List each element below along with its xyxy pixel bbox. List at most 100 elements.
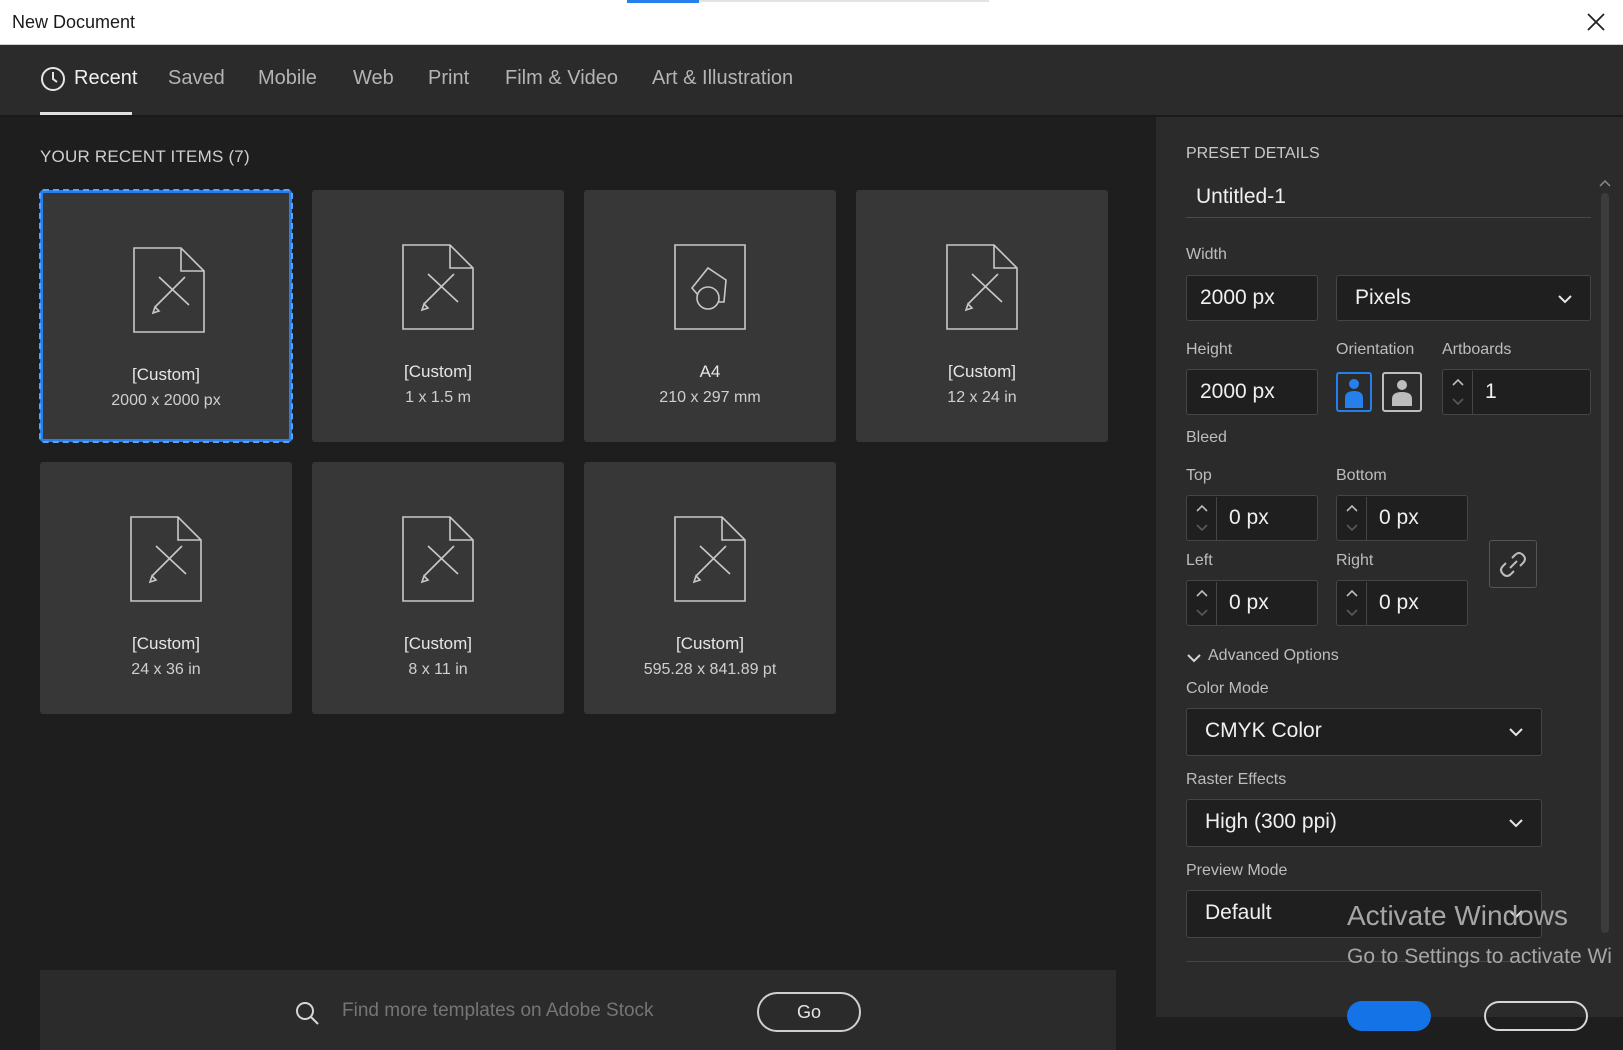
- preset-name-field[interactable]: Untitled-1: [1186, 175, 1591, 218]
- bleed-top-value: 0 px: [1229, 506, 1269, 529]
- bleed-left-stepper[interactable]: [1188, 582, 1217, 626]
- item-name: [Custom]: [131, 634, 201, 653]
- bleed-bottom-input[interactable]: 0 px: [1336, 495, 1468, 541]
- panel-scrollbar[interactable]: [1598, 177, 1612, 967]
- recent-items-area: YOUR RECENT ITEMS (7) [Custom] 2000 x 20…: [0, 117, 1156, 1050]
- chevron-down-icon: [1509, 819, 1523, 828]
- chevron-up-icon[interactable]: [1346, 588, 1358, 598]
- link-icon: [1500, 552, 1526, 577]
- width-label: Width: [1186, 246, 1227, 263]
- chevron-down-icon[interactable]: [1452, 397, 1464, 407]
- tab-web[interactable]: Web: [353, 67, 394, 90]
- chevron-up-icon[interactable]: [1452, 377, 1464, 387]
- title-accent: [627, 0, 699, 3]
- close-button[interactable]: [1484, 1001, 1588, 1031]
- bleed-left-input[interactable]: 0 px: [1186, 580, 1318, 626]
- bleed-right-input[interactable]: 0 px: [1336, 580, 1468, 626]
- portrait-orientation-button[interactable]: [1336, 372, 1372, 412]
- landscape-orientation-button[interactable]: [1382, 372, 1422, 412]
- preset-details-heading: PRESET DETAILS: [1186, 145, 1320, 162]
- width-input[interactable]: 2000 px: [1186, 275, 1318, 321]
- recent-item-card[interactable]: [Custom] 12 x 24 in: [856, 190, 1108, 442]
- item-name: [Custom]: [131, 365, 201, 384]
- bleed-top-input[interactable]: 0 px: [1186, 495, 1318, 541]
- scrollbar-thumb[interactable]: [1601, 193, 1609, 933]
- artboards-value: 1: [1485, 380, 1497, 403]
- chevron-up-icon[interactable]: [1196, 588, 1208, 598]
- item-name: [Custom]: [947, 362, 1017, 381]
- chevron-down-icon: [1187, 654, 1201, 663]
- tab-art-illustration[interactable]: Art & Illustration: [652, 67, 793, 90]
- bleed-right-value: 0 px: [1379, 591, 1419, 614]
- tab-mobile[interactable]: Mobile: [258, 67, 317, 90]
- print-document-icon: [674, 244, 746, 330]
- link-bleed-button[interactable]: [1489, 540, 1537, 588]
- advanced-options-label: Advanced Options: [1208, 647, 1339, 664]
- tab-print[interactable]: Print: [428, 67, 469, 90]
- active-tab-indicator: [40, 112, 132, 115]
- bleed-bottom-value: 0 px: [1379, 506, 1419, 529]
- artboards-stepper[interactable]: [1444, 371, 1473, 415]
- chevron-down-icon[interactable]: [1196, 608, 1208, 618]
- color-mode-dropdown[interactable]: CMYK Color: [1186, 708, 1542, 756]
- create-button[interactable]: [1347, 1001, 1431, 1031]
- chevron-down-icon[interactable]: [1196, 523, 1208, 533]
- close-icon[interactable]: [1582, 8, 1610, 36]
- tab-recent[interactable]: Recent: [74, 67, 137, 90]
- stock-search-bar: Go: [40, 970, 1116, 1050]
- raster-effects-value: High (300 ppi): [1205, 810, 1337, 833]
- bleed-top-label: Top: [1186, 467, 1212, 484]
- bleed-left-value: 0 px: [1229, 591, 1269, 614]
- bleed-right-stepper[interactable]: [1338, 582, 1367, 626]
- units-value: Pixels: [1355, 286, 1412, 309]
- chevron-down-icon: [1509, 728, 1523, 737]
- item-name: [Custom]: [403, 362, 473, 381]
- clock-icon: [41, 67, 65, 91]
- raster-effects-dropdown[interactable]: High (300 ppi): [1186, 799, 1542, 847]
- bleed-bottom-stepper[interactable]: [1338, 497, 1367, 541]
- raster-effects-label: Raster Effects: [1186, 771, 1287, 788]
- height-value: 2000 px: [1200, 380, 1275, 403]
- activate-windows-title: Activate Windows: [1347, 900, 1568, 931]
- item-dimensions: 12 x 24 in: [947, 389, 1017, 406]
- recent-item-card[interactable]: [Custom] 8 x 11 in: [312, 462, 564, 714]
- height-input[interactable]: 2000 px: [1186, 369, 1318, 415]
- recent-item-card[interactable]: [Custom] 24 x 36 in: [40, 462, 292, 714]
- recent-item-card[interactable]: [Custom] 2000 x 2000 px: [39, 189, 293, 443]
- preview-mode-label: Preview Mode: [1186, 862, 1288, 879]
- custom-document-icon: [402, 516, 474, 602]
- go-button[interactable]: Go: [757, 992, 861, 1032]
- item-name: [Custom]: [403, 634, 473, 653]
- chevron-up-icon[interactable]: [1346, 503, 1358, 513]
- height-label: Height: [1186, 341, 1233, 358]
- category-tabs: Recent Saved Mobile Web Print Film & Vid…: [0, 45, 1623, 117]
- orientation-label: Orientation: [1336, 341, 1415, 358]
- tab-film-video[interactable]: Film & Video: [505, 67, 618, 90]
- item-dimensions: 2000 x 2000 px: [111, 392, 221, 409]
- bleed-bottom-label: Bottom: [1336, 467, 1387, 484]
- color-mode-label: Color Mode: [1186, 680, 1269, 697]
- custom-document-icon: [133, 247, 205, 333]
- color-mode-value: CMYK Color: [1205, 719, 1322, 742]
- chevron-down-icon[interactable]: [1346, 523, 1358, 533]
- item-dimensions: 1 x 1.5 m: [405, 389, 471, 406]
- recent-item-card[interactable]: A4 210 x 297 mm: [584, 190, 836, 442]
- preview-mode-value: Default: [1205, 901, 1272, 924]
- title-accent-line: [699, 0, 989, 2]
- bleed-top-stepper[interactable]: [1188, 497, 1217, 541]
- activate-windows-subtitle: Go to Settings to activate Wi: [1347, 945, 1612, 968]
- artboards-input[interactable]: 1: [1442, 369, 1591, 415]
- portrait-icon: [1345, 379, 1363, 408]
- recent-item-card[interactable]: [Custom] 595.28 x 841.89 pt: [584, 462, 836, 714]
- scroll-up-icon[interactable]: [1598, 177, 1612, 189]
- recent-item-card[interactable]: [Custom] 1 x 1.5 m: [312, 190, 564, 442]
- chevron-up-icon[interactable]: [1196, 503, 1208, 513]
- item-dimensions: 210 x 297 mm: [659, 389, 761, 406]
- chevron-down-icon[interactable]: [1346, 608, 1358, 618]
- tab-saved[interactable]: Saved: [168, 67, 225, 90]
- item-name: [Custom]: [675, 634, 745, 653]
- preset-name-value: Untitled-1: [1196, 185, 1286, 208]
- units-dropdown[interactable]: Pixels: [1336, 275, 1591, 321]
- stock-search-input[interactable]: [340, 998, 744, 1024]
- bleed-left-label: Left: [1186, 552, 1213, 569]
